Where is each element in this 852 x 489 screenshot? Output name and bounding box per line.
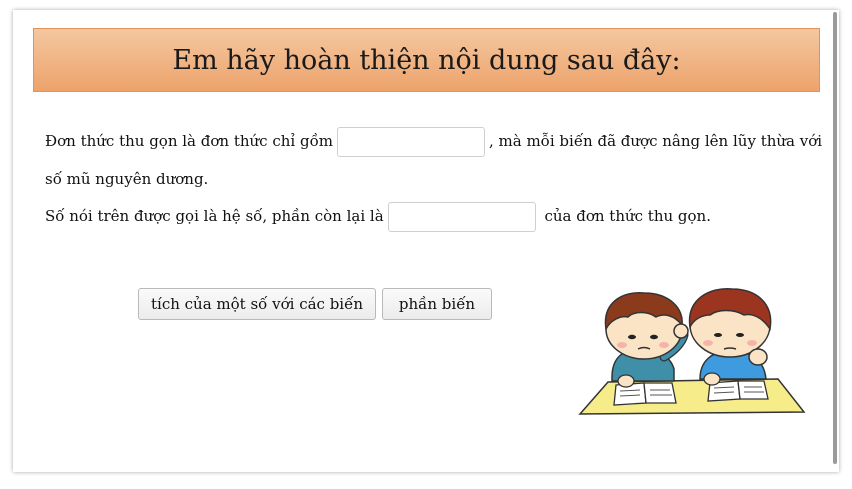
sentence-1-line-1: Đơn thức thu gọn là đơn thức chỉ gồm , mà… [45,126,822,157]
vertical-scrollbar[interactable] [833,12,837,464]
blank-slot-1[interactable] [336,127,485,157]
sentence-2-text-before: Số nói trên được gọi là hệ số, phần còn … [45,207,384,225]
choice-tich-cua-mot-so[interactable]: tích của một số với các biến [138,288,376,320]
sentence-1-continuation: số mũ nguyên dương. [45,170,209,188]
sentence-2-line: Số nói trên được gọi là hệ số, phần còn … [45,201,815,232]
students-reading-illustration [578,288,806,415]
sentence-1-text-before: Đơn thức thu gọn là đơn thức chỉ gồm [45,132,333,150]
sentence-1-text-after: , mà mỗi biến đã được nâng lên lũy thừa … [488,132,823,150]
title-banner: Em hãy hoàn thiện nội dung sau đây: [33,28,820,92]
page-title: Em hãy hoàn thiện nội dung sau đây: [172,44,681,76]
sentence-2-text-after: của đơn thức thu gọn. [544,207,711,225]
blank-slot-2[interactable] [387,202,536,232]
choice-phan-bien[interactable]: phần biến [382,288,492,320]
sentence-1-line-2: số mũ nguyên dương. [45,164,815,195]
